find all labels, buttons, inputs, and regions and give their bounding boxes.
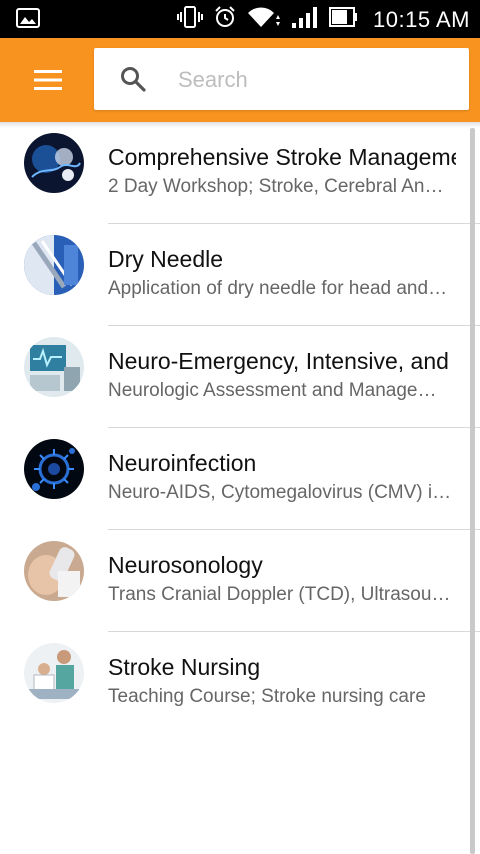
course-title: Neuroinfection <box>108 450 257 476</box>
course-title: Dry Needle <box>108 246 224 272</box>
vibrate-icon <box>177 5 204 34</box>
status-bar: 10:15 AM <box>0 0 480 38</box>
course-item[interactable]: Stroke Nursing Teaching Course; Stroke n… <box>0 632 480 734</box>
course-subtitle: Neuro-AIDS, Cytomegalovirus (CMV) infect… <box>108 482 452 503</box>
course-subtitle: Application of dry needle for head and n… <box>108 278 452 299</box>
search-icon <box>120 66 146 97</box>
course-thumbnail <box>24 235 84 295</box>
search-box[interactable] <box>94 48 469 110</box>
course-subtitle: Trans Cranial Doppler (TCD), Ultrasound <box>108 584 452 605</box>
course-title: Comprehensive Stroke Management <box>108 144 456 170</box>
course-subtitle: Neurologic Assessment and Management <box>108 380 452 401</box>
course-list: Comprehensive Stroke Management 2 Day Wo… <box>0 122 480 734</box>
course-thumbnail <box>24 643 84 703</box>
alarm-icon <box>213 5 237 34</box>
gallery-icon <box>16 8 40 33</box>
signal-icon <box>291 5 319 34</box>
course-title: Neuro-Emergency, Intensive, and Critical… <box>108 348 456 374</box>
scrollbar[interactable] <box>470 128 475 854</box>
course-title: Stroke Nursing <box>108 654 261 680</box>
course-item[interactable]: Neuro-Emergency, Intensive, and Critical… <box>0 326 480 428</box>
course-item[interactable]: Dry Needle Application of dry needle for… <box>0 224 480 326</box>
course-subtitle: 2 Day Workshop; Stroke, Cerebral Angiogr… <box>108 176 452 197</box>
course-item[interactable]: Neurosonology Trans Cranial Doppler (TCD… <box>0 530 480 632</box>
search-input[interactable] <box>176 60 460 100</box>
course-item[interactable]: Comprehensive Stroke Management 2 Day Wo… <box>0 122 480 224</box>
menu-button[interactable] <box>22 56 74 104</box>
app-bar <box>0 38 480 122</box>
course-thumbnail <box>24 541 84 601</box>
course-item[interactable]: Neuroinfection Neuro-AIDS, Cytomegalovir… <box>0 428 480 530</box>
course-thumbnail <box>24 133 84 193</box>
hamburger-menu-icon <box>34 70 62 90</box>
wifi-icon <box>247 5 281 34</box>
course-title: Neurosonology <box>108 552 263 578</box>
course-subtitle: Teaching Course; Stroke nursing care <box>108 686 426 707</box>
course-thumbnail <box>24 337 84 397</box>
course-thumbnail <box>24 439 84 499</box>
status-time: 10:15 AM <box>373 6 470 32</box>
battery-icon <box>329 6 359 33</box>
